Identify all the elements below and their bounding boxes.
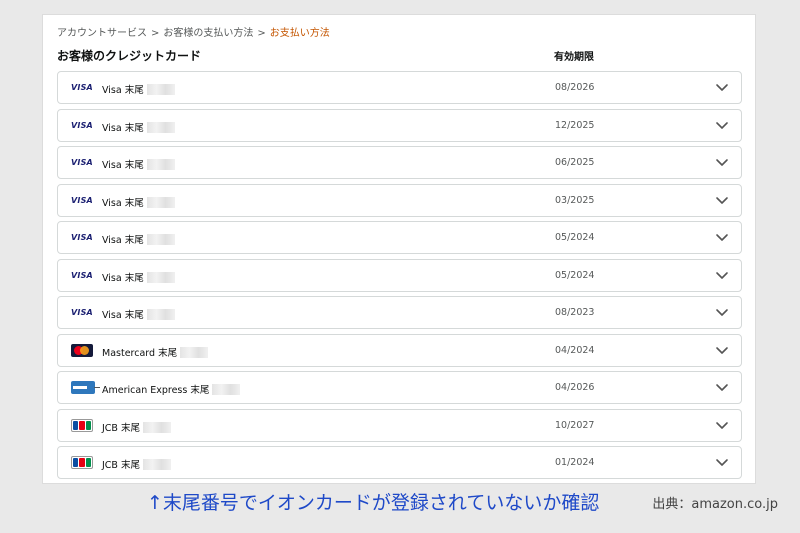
chevron-down-icon[interactable] bbox=[715, 80, 729, 94]
chevron-down-icon[interactable] bbox=[715, 230, 729, 244]
card-label: Visa 末尾 bbox=[102, 157, 175, 171]
card-row[interactable]: VISA Visa 末尾 08/2023 bbox=[57, 296, 742, 329]
card-name: Visa 末尾 bbox=[102, 122, 144, 134]
card-row[interactable]: VISA Visa 末尾 06/2025 bbox=[57, 146, 742, 179]
card-row[interactable]: VISA Visa 末尾 08/2026 bbox=[57, 71, 742, 104]
breadcrumb-current: お支払い方法 bbox=[269, 28, 330, 39]
masked-digits bbox=[146, 121, 175, 133]
amex-logo-icon bbox=[71, 381, 95, 394]
chevron-down-icon[interactable] bbox=[715, 455, 729, 469]
card-label: Visa 末尾 bbox=[102, 120, 175, 134]
card-name: JCB 末尾 bbox=[102, 460, 140, 471]
card-label: Visa 末尾 bbox=[102, 307, 175, 321]
card-row[interactable]: American Express 末尾 04/2026 bbox=[57, 371, 742, 404]
amex-divider bbox=[94, 387, 100, 388]
card-expiry: 10/2027 bbox=[555, 419, 595, 431]
chevron-down-icon[interactable] bbox=[715, 118, 729, 132]
card-row[interactable]: VISA Visa 末尾 05/2024 bbox=[57, 258, 742, 292]
card-name: Visa 末尾 bbox=[102, 85, 144, 96]
card-label: Visa 末尾 bbox=[102, 195, 175, 209]
card-expiry: 12/2025 bbox=[555, 119, 595, 131]
card-name: Visa 末尾 bbox=[102, 160, 144, 171]
visa-logo-icon: VISA bbox=[71, 306, 93, 319]
breadcrumb-separator: > bbox=[151, 28, 160, 39]
visa-logo-icon: VISA bbox=[71, 193, 93, 207]
card-expiry: 08/2026 bbox=[555, 82, 595, 93]
card-row[interactable]: VISA Visa 末尾 05/2024 bbox=[57, 221, 742, 254]
card-expiry: 08/2023 bbox=[555, 307, 595, 318]
breadcrumb-payment-methods[interactable]: お客様の支払い方法 bbox=[163, 28, 253, 39]
card-expiry: 06/2025 bbox=[555, 157, 595, 168]
card-label: JCB 末尾 bbox=[102, 420, 171, 434]
chevron-down-icon[interactable] bbox=[715, 418, 729, 432]
card-name: Visa 末尾 bbox=[102, 197, 144, 209]
chevron-down-icon[interactable] bbox=[715, 193, 729, 207]
masked-digits bbox=[146, 309, 175, 320]
chevron-down-icon[interactable] bbox=[715, 268, 729, 282]
masked-digits bbox=[142, 421, 171, 433]
chevron-down-icon[interactable] bbox=[715, 380, 729, 394]
visa-logo-icon: VISA bbox=[71, 231, 93, 244]
card-expiry: 01/2024 bbox=[555, 457, 595, 468]
masked-digits bbox=[146, 84, 175, 95]
masked-digits bbox=[146, 271, 175, 283]
breadcrumb-account-services[interactable]: アカウントサービス bbox=[57, 28, 147, 39]
breadcrumb: アカウントサービス > お客様の支払い方法 > お支払い方法 bbox=[57, 24, 330, 39]
payment-methods-panel: アカウントサービス > お客様の支払い方法 > お支払い方法 お客様のクレジットカード … bbox=[42, 14, 756, 484]
visa-logo-icon: VISA bbox=[71, 156, 93, 169]
masked-digits bbox=[146, 196, 175, 208]
card-expiry: 04/2026 bbox=[555, 382, 595, 393]
jcb-logo-icon bbox=[71, 456, 93, 469]
card-expiry: 05/2024 bbox=[555, 232, 595, 243]
card-label: American Express 末尾 bbox=[102, 382, 241, 396]
visa-logo-icon: VISA bbox=[71, 268, 93, 282]
masked-digits bbox=[180, 346, 209, 358]
card-label: Visa 末尾 bbox=[102, 270, 175, 284]
card-row[interactable]: Mastercard 末尾 04/2024 bbox=[57, 333, 742, 367]
card-name: Mastercard 末尾 bbox=[102, 347, 178, 359]
card-expiry: 03/2025 bbox=[555, 194, 595, 206]
card-row[interactable]: VISA Visa 末尾 12/2025 bbox=[57, 108, 742, 142]
card-expiry: 04/2024 bbox=[555, 344, 595, 356]
chevron-down-icon[interactable] bbox=[715, 343, 729, 357]
card-name: American Express 末尾 bbox=[102, 385, 210, 396]
card-name: Visa 末尾 bbox=[102, 310, 144, 321]
card-name: JCB 末尾 bbox=[102, 422, 140, 434]
source-credit: 出典：amazon.co.jp bbox=[652, 497, 778, 512]
expiry-column-header: 有効期限 bbox=[554, 52, 594, 63]
section-title: お客様のクレジットカード bbox=[57, 49, 202, 63]
card-name: Visa 末尾 bbox=[102, 235, 144, 246]
card-list: VISA Visa 末尾 08/2026 VISA Visa 末尾 12/2025 VISA… bbox=[57, 71, 742, 484]
card-label: Mastercard 末尾 bbox=[102, 345, 209, 359]
caption: ↑末尾番号でイオンカードが登録されていないか確認 bbox=[147, 492, 600, 514]
card-label: JCB 末尾 bbox=[102, 457, 171, 471]
card-label: Visa 末尾 bbox=[102, 232, 175, 246]
card-row[interactable]: VISA Visa 末尾 03/2025 bbox=[57, 183, 742, 217]
card-expiry: 05/2024 bbox=[555, 269, 595, 281]
card-row[interactable]: JCB 末尾 01/2024 bbox=[57, 446, 742, 479]
masked-digits bbox=[146, 234, 175, 245]
card-label: Visa 末尾 bbox=[102, 82, 175, 96]
breadcrumb-separator: > bbox=[257, 28, 266, 39]
visa-logo-icon: VISA bbox=[71, 81, 93, 94]
visa-logo-icon: VISA bbox=[71, 118, 93, 132]
card-name: Visa 末尾 bbox=[102, 272, 144, 284]
mastercard-logo-icon bbox=[71, 343, 93, 357]
masked-digits bbox=[146, 159, 175, 170]
chevron-down-icon[interactable] bbox=[715, 155, 729, 169]
card-row[interactable]: JCB 末尾 10/2027 bbox=[57, 408, 742, 442]
jcb-logo-icon bbox=[71, 418, 93, 432]
chevron-down-icon[interactable] bbox=[715, 305, 729, 319]
masked-digits bbox=[142, 459, 171, 470]
masked-digits bbox=[212, 384, 241, 395]
